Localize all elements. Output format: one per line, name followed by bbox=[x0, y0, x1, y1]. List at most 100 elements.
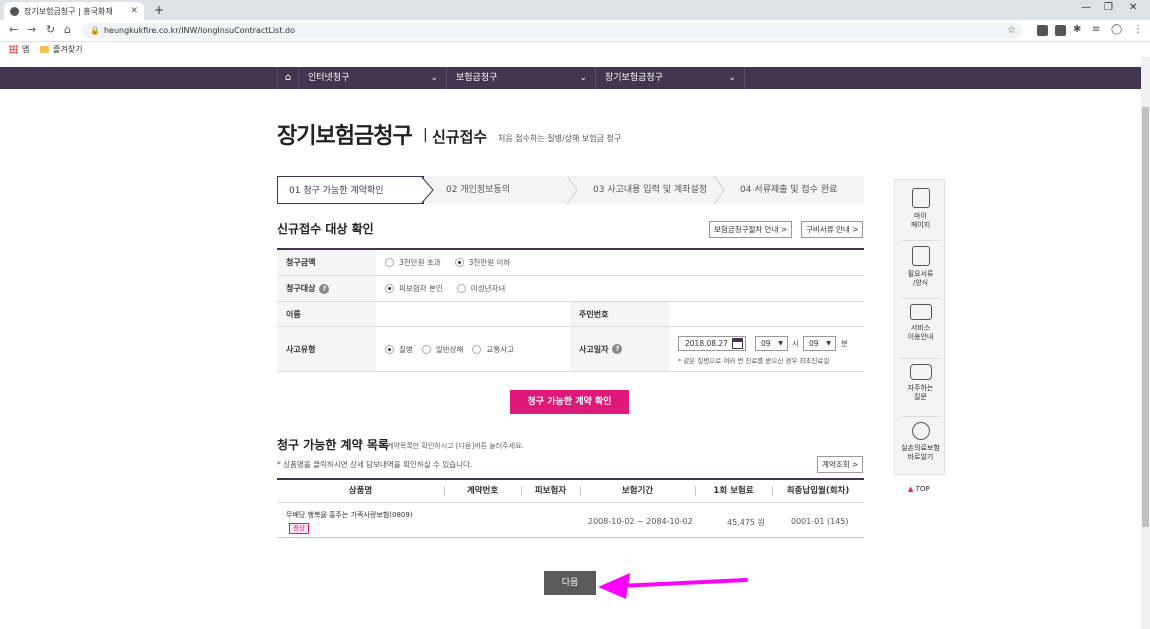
chat-bubble-icon bbox=[909, 364, 932, 380]
quick-my-page[interactable]: 마이 페이지 bbox=[895, 188, 946, 230]
tab-title: 장기보험금청구 | 흥국화재 bbox=[24, 6, 113, 16]
menu-icon[interactable]: ⋮ bbox=[1133, 24, 1143, 35]
next-button[interactable]: 다음 bbox=[544, 571, 596, 595]
chevron-down-icon: ⌄ bbox=[728, 73, 736, 83]
step-indicator: 01 청구 가능한 계약확인 02 개인정보동의 03 사고내용 입력 및 계좌… bbox=[277, 176, 864, 204]
close-window-icon[interactable]: ✕ bbox=[1129, 2, 1137, 13]
page-subtitle: 신규접수 bbox=[432, 128, 488, 146]
back-icon[interactable]: ← bbox=[9, 23, 18, 36]
minute-select[interactable]: 09 ▼ bbox=[803, 336, 836, 351]
list-description: 계약목록만 확인하시고 [다음]버튼 눌러주세요. bbox=[387, 442, 524, 450]
date-note: * 같은 질병으로 여러 번 진료를 받으신 경우 최초진료일 bbox=[678, 357, 830, 365]
annotation-arrow bbox=[598, 573, 748, 599]
check-contracts-button[interactable]: 청구 가능한 계약 확인 bbox=[510, 390, 629, 414]
page-description: 처음 접수하는 질병/상해 보험금 청구 bbox=[498, 134, 622, 143]
address-bar[interactable]: 🔒 heungkukfire.co.kr/INW/longInsuContract… bbox=[82, 23, 1022, 39]
documents-guide-button[interactable]: 구비서류 안내 > bbox=[801, 221, 864, 238]
bookmark-star-icon[interactable]: ☆ bbox=[1007, 23, 1016, 39]
chevron-down-icon: ⌄ bbox=[430, 73, 438, 83]
minute-unit: 분 bbox=[841, 339, 848, 348]
scrollbar-thumb[interactable] bbox=[1142, 107, 1149, 527]
minimize-icon[interactable]: — bbox=[1081, 2, 1091, 13]
form-row-target: 청구대상? 피보험자 본인 미성년자녀 bbox=[277, 276, 864, 302]
status-badge: 정상 bbox=[289, 523, 309, 534]
new-tab-icon[interactable]: + bbox=[154, 3, 164, 17]
lightbulb-icon bbox=[911, 422, 930, 440]
quick-documents[interactable]: 필요서류 /양식 bbox=[895, 246, 946, 288]
quick-medical-insurance[interactable]: 실손의료보험 바로알기 bbox=[895, 422, 946, 462]
extension-s-icon[interactable] bbox=[1055, 25, 1066, 36]
browser-toolbar: ← → ↻ ⌂ 🔒 heungkukfire.co.kr/INW/longInsu… bbox=[0, 20, 1150, 42]
chevron-down-icon: ⌄ bbox=[579, 73, 587, 83]
site-nav: ⌂ 인터넷청구 ⌄ 보험금청구 ⌄ 장기보험금청구 ⌄ bbox=[0, 67, 1141, 89]
browser-tab[interactable]: 장기보험금청구 | 흥국화재 ✕ bbox=[4, 2, 144, 20]
name-field[interactable] bbox=[376, 302, 570, 326]
radio-icon bbox=[456, 284, 466, 293]
target-self-radio[interactable]: 피보험자 본인 bbox=[385, 283, 443, 294]
col-insured: 피보험자 bbox=[534, 486, 567, 496]
radio-checked-icon bbox=[454, 258, 464, 267]
amount-under-radio[interactable]: 3천만원 이하 bbox=[454, 257, 510, 268]
quick-divider bbox=[901, 358, 940, 359]
close-tab-icon[interactable]: ✕ bbox=[130, 6, 138, 16]
radio-icon bbox=[421, 344, 431, 354]
target-options: 피보험자 본인 미성년자녀 bbox=[376, 276, 864, 301]
home-nav-icon[interactable]: ⌂ bbox=[277, 67, 299, 89]
accident-type-options: 질병 일반상해 교통사고 bbox=[376, 327, 570, 371]
quick-service-guide[interactable]: 서비스 이용안내 bbox=[895, 304, 946, 342]
name-label: 이름 bbox=[277, 302, 376, 326]
product-name-link[interactable]: 무배당 행복을 홍주는 가족사랑보험(0809) bbox=[286, 510, 413, 520]
accident-type-label: 사고유형 bbox=[277, 327, 376, 371]
caret-down-icon: ▼ bbox=[778, 340, 783, 347]
col-contract-no: 계약번호 bbox=[466, 486, 499, 496]
triangle-up-icon: ▲ bbox=[908, 485, 914, 493]
amount-over-radio[interactable]: 3천만원 초과 bbox=[385, 257, 441, 268]
browser-tabbar: 장기보험금청구 | 흥국화재 ✕ + — ❐ ✕ bbox=[0, 0, 1150, 20]
list-note: * 상품명을 클릭하시면 상세 담보내역을 확인하실 수 있습니다. bbox=[277, 460, 473, 469]
radio-checked-icon bbox=[385, 344, 394, 354]
target-minor-radio[interactable]: 미성년자녀 bbox=[456, 283, 505, 294]
bookmark-apps[interactable]: 앱 bbox=[9, 44, 29, 55]
radio-icon bbox=[472, 344, 482, 354]
quick-faq[interactable]: 자주하는 질문 bbox=[895, 364, 946, 402]
help-icon[interactable]: ? bbox=[612, 344, 623, 354]
radio-checked-icon bbox=[385, 284, 394, 293]
rrn-field[interactable] bbox=[669, 302, 864, 326]
extension-icon[interactable] bbox=[1037, 25, 1048, 36]
reload-icon[interactable]: ↻ bbox=[46, 23, 55, 36]
url-text: heungkukfire.co.kr/INW/longInsuContractL… bbox=[103, 26, 295, 35]
playlist-icon[interactable]: ≡ bbox=[1092, 24, 1100, 35]
claim-guide-button[interactable]: 보험금청구절차 안내 > bbox=[709, 221, 793, 238]
col-last-paid: 최종납입월(회차) bbox=[786, 486, 850, 496]
accident-traffic-radio[interactable]: 교통사고 bbox=[472, 344, 514, 355]
nav-claim[interactable]: 보험금청구 ⌄ bbox=[447, 67, 596, 89]
maximize-icon[interactable]: ❐ bbox=[1104, 2, 1113, 13]
bookmarks-bar: 앱 즐겨찾기 bbox=[0, 42, 1150, 57]
page-title: 장기보험금청구 bbox=[277, 124, 413, 149]
help-icon[interactable]: ? bbox=[319, 283, 330, 294]
page-scrollbar[interactable] bbox=[1141, 57, 1150, 629]
accident-injury-radio[interactable]: 일반상해 bbox=[421, 344, 463, 355]
document-icon bbox=[911, 246, 930, 266]
home-icon[interactable]: ⌂ bbox=[64, 23, 71, 36]
nav-internet-claim[interactable]: 인터넷청구 ⌄ bbox=[299, 67, 447, 89]
site-favicon-icon bbox=[10, 6, 19, 16]
bookmark-favorites[interactable]: 즐겨찾기 bbox=[40, 44, 82, 55]
premium-cell: 45,475 원 bbox=[727, 518, 765, 527]
hour-unit: 시 bbox=[792, 339, 799, 348]
calendar-icon[interactable] bbox=[732, 338, 743, 349]
col-product: 상품명 bbox=[348, 486, 373, 496]
accident-date-input[interactable]: 2018.08.27 bbox=[678, 336, 746, 351]
lock-icon: 🔒 bbox=[90, 26, 100, 35]
quick-divider bbox=[901, 298, 940, 299]
profile-icon[interactable]: ◯ bbox=[1111, 24, 1122, 35]
accident-disease-radio[interactable]: 질병 bbox=[385, 344, 413, 355]
nav-long-term-claim[interactable]: 장기보험금청구 ⌄ bbox=[596, 67, 745, 89]
apps-grid-icon bbox=[9, 45, 18, 54]
contract-lookup-button[interactable]: 계약조회 > bbox=[817, 456, 864, 473]
hour-select[interactable]: 09 ▼ bbox=[755, 336, 788, 351]
puzzle-icon[interactable]: ✱ bbox=[1073, 24, 1081, 35]
scroll-top-link[interactable]: ▲ TOP bbox=[908, 485, 930, 493]
forward-icon[interactable]: → bbox=[27, 23, 36, 36]
monitor-icon bbox=[909, 304, 932, 320]
